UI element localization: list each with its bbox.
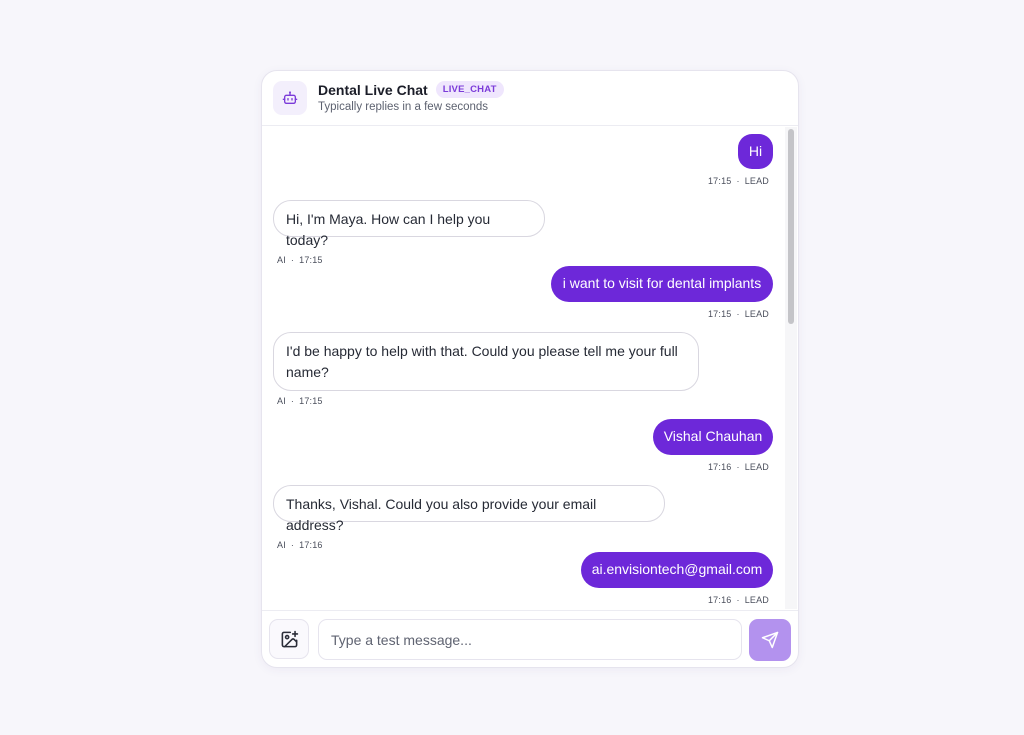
lead-message-bubble: i want to visit for dental implants [551, 266, 773, 302]
image-plus-icon [281, 630, 298, 647]
header-title-row: Dental Live Chat LIVE_CHAT [318, 81, 504, 98]
message-sender: LEAD [744, 176, 769, 186]
message-input[interactable] [318, 619, 742, 660]
chat-subtitle: Typically replies in a few seconds [318, 101, 489, 113]
message-sender: AI [277, 540, 286, 550]
message-time: 17:16 [707, 595, 732, 605]
lead-message-bubble: Hi [738, 134, 773, 169]
meta-separator: · [736, 176, 740, 186]
message-time: 17:16 [299, 540, 323, 550]
message-row: ai.envisiontech@gmail.com 17:16 · LEAD [581, 552, 773, 605]
send-icon [761, 631, 779, 649]
message-time: 17:15 [299, 396, 323, 406]
channel-badge: LIVE_CHAT [435, 81, 504, 98]
ai-message-bubble: Hi, I'm Maya. How can I help you today? [273, 200, 545, 248]
ai-message-bubble: I'd be happy to help with that. Could yo… [273, 332, 699, 391]
message-composer [262, 610, 798, 667]
meta-separator: · [736, 595, 740, 605]
meta-separator: · [290, 255, 295, 265]
message-scrollbar[interactable] [785, 127, 797, 609]
message-time: 17:15 [707, 309, 732, 319]
meta-separator: · [736, 309, 740, 319]
ai-message-bubble: Thanks, Vishal. Could you also provide y… [273, 485, 665, 533]
message-row: I'd be happy to help with that. Could yo… [273, 332, 699, 406]
message-sender: LEAD [744, 309, 769, 319]
message-row: Hi 17:15 · LEAD [708, 134, 773, 186]
message-sender: LEAD [744, 462, 769, 472]
chat-widget: Dental Live Chat LIVE_CHAT Typically rep… [261, 70, 799, 668]
message-meta: 17:15 · LEAD [708, 176, 773, 186]
robot-icon [282, 91, 298, 104]
lead-message-bubble: ai.envisiontech@gmail.com [581, 552, 773, 588]
scrollbar-thumb[interactable] [788, 129, 794, 324]
message-list[interactable]: Hi 17:15 · LEAD Hi, I'm Maya. How can I he… [262, 126, 798, 610]
message-sender: AI [277, 396, 286, 406]
send-button[interactable] [749, 619, 791, 661]
chat-title: Dental Live Chat [318, 81, 428, 98]
message-meta: 17:15 · LEAD [551, 309, 773, 319]
lead-message-bubble: Vishal Chauhan [653, 419, 773, 455]
bot-avatar [273, 81, 307, 115]
message-row: i want to visit for dental implants 17:1… [551, 266, 773, 319]
message-row: Thanks, Vishal. Could you also provide y… [273, 485, 665, 550]
message-meta: AI · 17:15 [273, 255, 545, 265]
message-time: 17:16 [707, 462, 732, 472]
message-time: 17:15 [299, 255, 323, 265]
message-row: Hi, I'm Maya. How can I help you today? … [273, 200, 545, 265]
meta-separator: · [736, 462, 740, 472]
message-sender: LEAD [744, 595, 769, 605]
message-meta: 17:16 · LEAD [653, 462, 773, 472]
message-meta: 17:16 · LEAD [581, 595, 773, 605]
message-time: 17:15 [707, 176, 732, 186]
message-meta: AI · 17:16 [273, 540, 665, 550]
meta-separator: · [290, 396, 295, 406]
message-sender: AI [277, 255, 286, 265]
meta-separator: · [290, 540, 295, 550]
message-row: Vishal Chauhan 17:16 · LEAD [653, 419, 773, 472]
chat-header: Dental Live Chat LIVE_CHAT Typically rep… [262, 71, 798, 126]
message-meta: AI · 17:15 [273, 396, 699, 406]
attach-image-button[interactable] [269, 619, 309, 659]
